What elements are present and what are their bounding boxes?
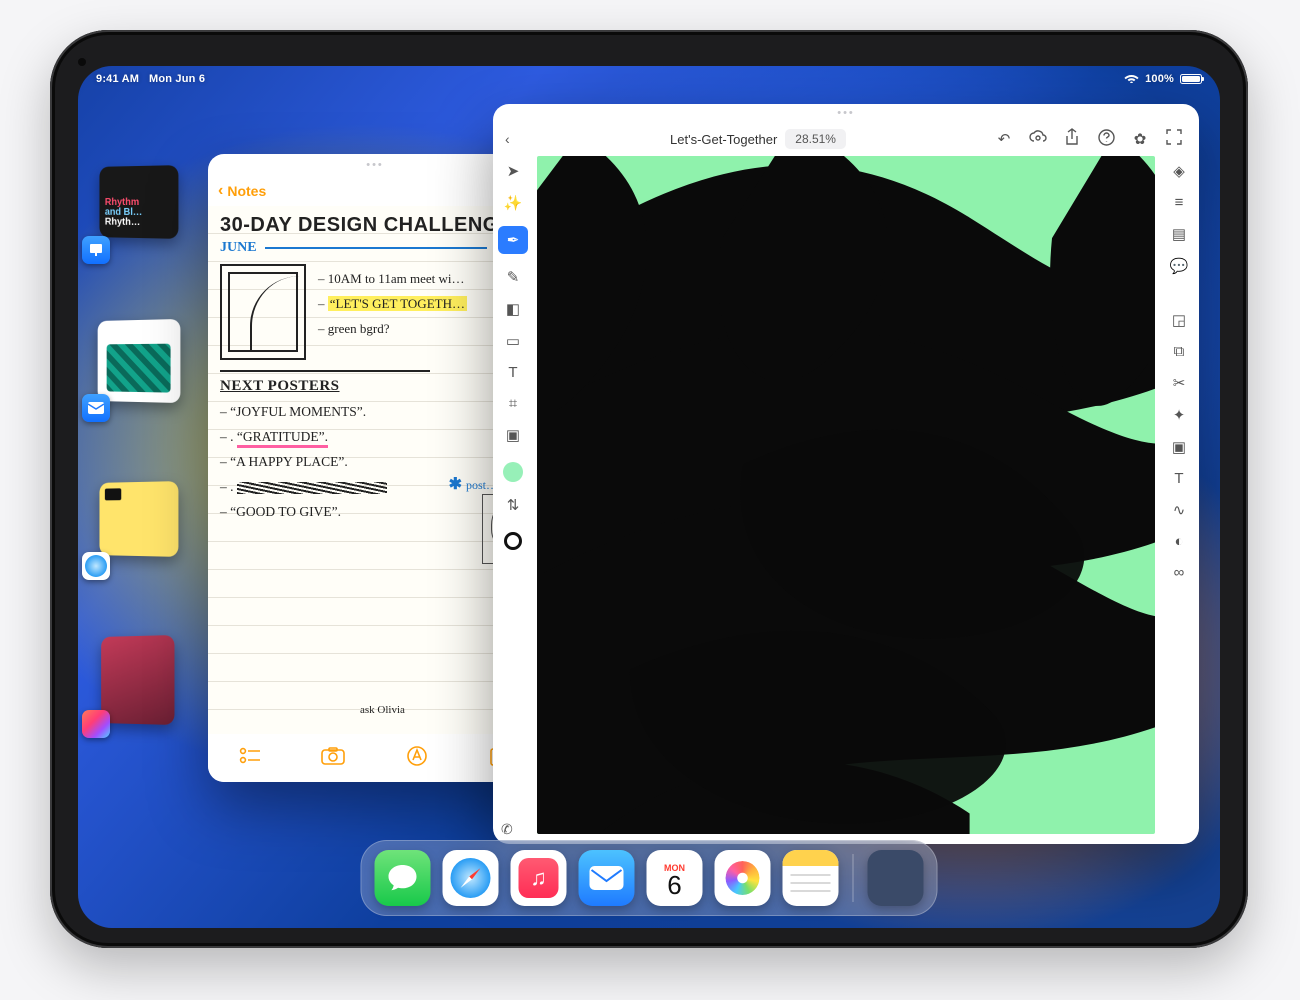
adjust-icon[interactable]: ≡ (1175, 194, 1184, 211)
crop-tool-icon[interactable]: ⌗ (509, 395, 517, 412)
note-annotation: ask Olivia (360, 704, 405, 716)
text-tool-icon[interactable]: T (508, 364, 517, 381)
zoom-level[interactable]: 28.51% (785, 129, 846, 149)
pencil-tool-icon[interactable]: ✎ (507, 268, 520, 286)
stage-manager-strip: Rhythm and Bl… Rhyth… (86, 166, 182, 728)
status-time: 9:41 AM (96, 73, 139, 85)
left-tool-rail: ➤ ✨ ✒ ✎ ◧ ▭ T ⌗ ▣ ⇅ (493, 156, 533, 844)
window-handle-icon[interactable]: ••• (208, 154, 542, 176)
dock-app-safari[interactable] (443, 850, 499, 906)
align-icon[interactable]: ▤ (1172, 225, 1186, 243)
dock-app-photos[interactable] (715, 850, 771, 906)
status-bar: 9:41 AM Mon Jun 6 100% (78, 66, 1220, 92)
status-date: Mon Jun 6 (149, 73, 205, 85)
status-right: 100% (1124, 72, 1202, 86)
eraser-tool-icon[interactable]: ◧ (506, 300, 520, 318)
dock: ♫ MON 6 (361, 840, 938, 916)
sm-pile-keynote[interactable]: Rhythm and Bl… Rhyth… (86, 166, 182, 254)
cut-icon[interactable]: ✂ (1173, 374, 1186, 392)
sm-pile-mail[interactable] (86, 324, 182, 412)
comment-icon[interactable]: 💬 (1170, 257, 1189, 275)
sketch-thumbnail (220, 264, 306, 360)
help-icon[interactable] (1093, 129, 1119, 150)
settings-icon[interactable]: ✿ (1127, 130, 1153, 148)
wand-tool-icon[interactable]: ✨ (504, 194, 523, 212)
calendar-dom: 6 (667, 873, 681, 897)
screen: 9:41 AM Mon Jun 6 100% Rhythm and Bl… Rh… (78, 66, 1220, 928)
notes-nav: ‹ Notes (208, 176, 542, 206)
blend-icon[interactable]: ◐ (1174, 533, 1183, 550)
phone-icon[interactable]: ✆ (501, 821, 513, 838)
dock-app-messages[interactable] (375, 850, 431, 906)
checklist-icon[interactable] (232, 747, 268, 771)
sm-pile-safari[interactable] (86, 482, 182, 570)
chevron-left-icon[interactable]: ‹ (218, 182, 223, 200)
dock-app-mail[interactable] (579, 850, 635, 906)
dock-app-music[interactable]: ♫ (511, 850, 567, 906)
sm-pile-photos[interactable] (86, 640, 182, 728)
keynote-app-icon (82, 236, 110, 264)
layers-icon[interactable]: ◈ (1173, 162, 1185, 180)
rect-tool-icon[interactable]: ▭ (506, 332, 520, 350)
dock-app-library[interactable] (868, 850, 924, 906)
pen-tool-icon[interactable]: ✒ (498, 226, 528, 254)
notes-window[interactable]: ••• ‹ Notes 30-DAY DESIGN CHALLENGE JUNE… (208, 154, 542, 782)
image-tool-icon[interactable]: ▣ (506, 426, 520, 444)
battery-icon (1180, 74, 1202, 84)
front-camera (78, 58, 86, 66)
design-app-window[interactable]: ••• ‹ Let's-Get-Together 28.51% ↶ ✿ ➤ ✨ … (493, 104, 1199, 844)
notes-body[interactable]: 30-DAY DESIGN CHALLENGE JUNE JULY 10AM t… (208, 206, 542, 734)
dock-divider (853, 854, 854, 902)
dock-app-notes[interactable] (783, 850, 839, 906)
asterisk-icon: ✱ post… (449, 474, 498, 494)
note-bullets: 10AM to 11am meet wi… “LET'S GET TOGETH…… (318, 266, 467, 360)
path-icon[interactable]: ∿ (1173, 501, 1186, 519)
link-icon[interactable]: ∞ (1174, 564, 1185, 581)
note-date-range: JUNE JULY (220, 240, 530, 256)
canvas-area[interactable] (533, 156, 1159, 844)
undo-icon[interactable]: ↶ (991, 130, 1017, 148)
safari-app-icon (82, 552, 110, 580)
note-title: 30-DAY DESIGN CHALLENGE (220, 214, 530, 236)
share-icon[interactable] (1059, 128, 1085, 150)
markup-icon[interactable] (399, 745, 435, 773)
back-icon[interactable]: ‹ (505, 131, 525, 147)
artwork-canvas[interactable] (537, 156, 1155, 834)
swap-colors-icon[interactable]: ⇅ (507, 496, 520, 514)
fx-icon[interactable]: ✦ (1173, 406, 1186, 424)
document-title[interactable]: Let's-Get-Together (670, 132, 777, 147)
dock-app-calendar[interactable]: MON 6 (647, 850, 703, 906)
transform-icon[interactable]: ◲ (1172, 311, 1186, 329)
arrange-icon[interactable]: ⧉ (1174, 343, 1185, 360)
window-handle-icon[interactable]: ••• (493, 104, 1199, 122)
photos-app-icon (82, 710, 110, 738)
fullscreen-icon[interactable] (1161, 129, 1187, 149)
battery-pct: 100% (1145, 73, 1174, 85)
color-swatch[interactable] (503, 462, 523, 482)
cloud-user-icon[interactable] (1025, 129, 1051, 149)
wifi-icon (1124, 72, 1139, 86)
ipad-frame: 9:41 AM Mon Jun 6 100% Rhythm and Bl… Rh… (50, 30, 1248, 948)
text-style-icon[interactable]: T (1174, 470, 1183, 487)
status-left: 9:41 AM Mon Jun 6 (96, 73, 205, 85)
stroke-ring-icon[interactable] (504, 532, 522, 550)
bounds-icon[interactable]: ▣ (1172, 438, 1186, 456)
design-toolbar: ‹ Let's-Get-Together 28.51% ↶ ✿ (493, 122, 1199, 156)
camera-icon[interactable] (315, 747, 351, 771)
pile1-text: Rhythm and Bl… Rhyth… (105, 198, 142, 228)
right-tool-rail: ◈ ≡ ▤ 💬 ◲ ⧉ ✂ ✦ ▣ T ∿ ◐ ∞ (1159, 156, 1199, 844)
notes-toolbar (208, 736, 542, 782)
mail-app-icon (82, 394, 110, 422)
move-tool-icon[interactable]: ➤ (507, 162, 520, 180)
notes-back-label[interactable]: Notes (227, 183, 266, 199)
note-subheading: NEXT POSTERS (220, 378, 530, 395)
